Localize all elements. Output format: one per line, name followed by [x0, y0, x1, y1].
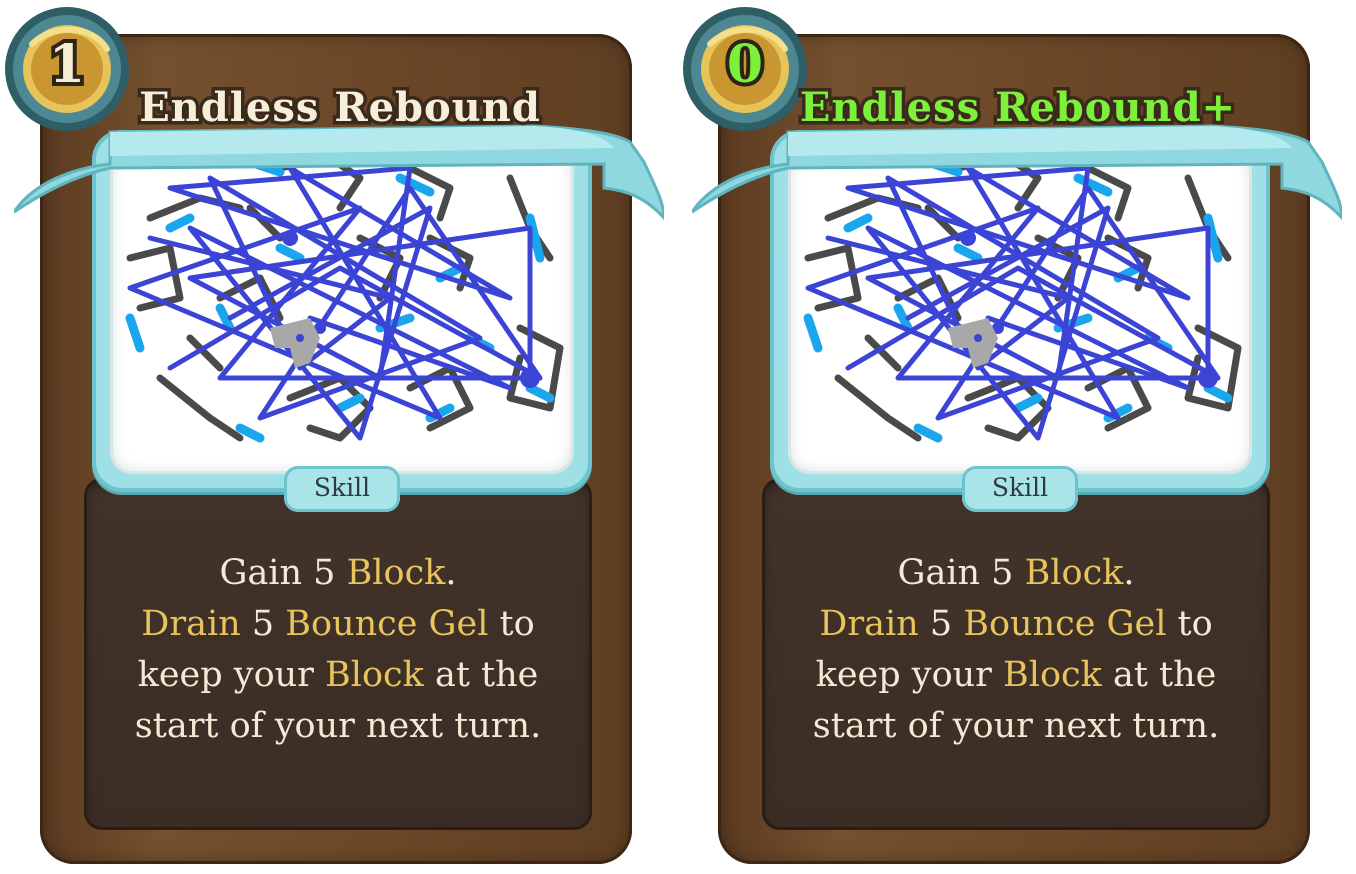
card-type-tab: Skill — [962, 466, 1078, 512]
desc-line-4: start of your next turn. — [134, 706, 542, 746]
desc-line-3: keep your Block at the — [84, 650, 592, 701]
keyword-drain: Drain — [141, 604, 241, 644]
desc-line-3: keep your Block at the — [762, 650, 1270, 701]
desc-text: at the — [1101, 655, 1217, 695]
energy-cost-orb: 1 — [2, 4, 132, 134]
desc-text: to — [488, 604, 535, 644]
keyword-bounce-gel: Bounce Gel — [963, 604, 1167, 644]
cost-value: 1 — [45, 30, 89, 99]
desc-text: . — [1123, 553, 1135, 593]
keyword-block: Block — [346, 553, 446, 593]
card-type-label: Skill — [991, 473, 1049, 502]
desc-text: 5 — [918, 604, 964, 644]
card-endless-rebound-upgraded[interactable]: 0 Endless Rebound+ Skill Gain 5 Block. D… — [678, 0, 1348, 874]
desc-text: keep your — [137, 655, 326, 695]
keyword-block: Block — [325, 655, 424, 695]
desc-line-2: Drain 5 Bounce Gel to — [84, 599, 592, 650]
desc-text: . — [445, 553, 457, 593]
desc-text: at the — [423, 655, 539, 695]
card-title: Endless Rebound — [136, 81, 544, 135]
card-type-label: Skill — [313, 473, 371, 502]
desc-text: Gain 5 — [219, 553, 347, 593]
keyword-bounce-gel: Bounce Gel — [285, 604, 489, 644]
keyword-drain: Drain — [819, 604, 919, 644]
desc-text: to — [1166, 604, 1213, 644]
desc-text: 5 — [240, 604, 286, 644]
card-type-tab: Skill — [284, 466, 400, 512]
cost-value: 0 — [723, 30, 767, 99]
card-endless-rebound[interactable]: 1 Endless Rebound Skill Gain 5 Block. Dr… — [0, 0, 670, 874]
desc-text: keep your — [815, 655, 1004, 695]
desc-line-2: Drain 5 Bounce Gel to — [762, 599, 1270, 650]
keyword-block: Block — [1024, 553, 1124, 593]
energy-cost-orb: 0 — [680, 4, 810, 134]
keyword-block: Block — [1003, 655, 1102, 695]
desc-line-1: Gain 5 Block. — [762, 548, 1270, 599]
desc-text: Gain 5 — [897, 553, 1025, 593]
card-description: Gain 5 Block. Drain 5 Bounce Gel to keep… — [762, 548, 1270, 752]
desc-line-4: start of your next turn. — [812, 706, 1220, 746]
card-title: Endless Rebound+ — [796, 81, 1238, 135]
desc-line-1: Gain 5 Block. — [84, 548, 592, 599]
card-description: Gain 5 Block. Drain 5 Bounce Gel to keep… — [84, 548, 592, 752]
